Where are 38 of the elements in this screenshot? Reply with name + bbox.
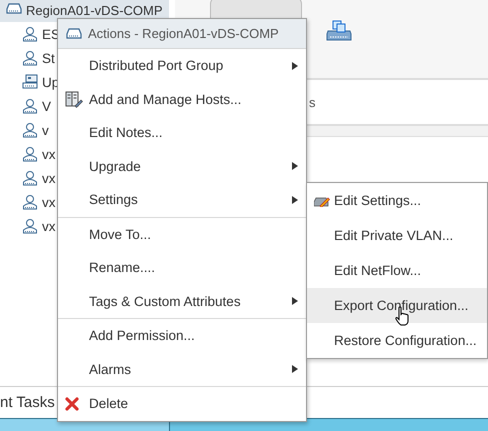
tree-item[interactable]: St [0,46,61,70]
menu-item[interactable]: Restore Configuration... [307,323,487,358]
submenu-arrow-icon [292,297,298,306]
port-group-icon [22,170,38,186]
menu-title: Actions - RegionA01-vDS-COMP [88,26,279,41]
tab-label: s [309,94,316,110]
port-group-icon [22,218,38,234]
submenu-arrow-icon [292,62,298,70]
port-group-icon [22,98,38,114]
submenu-arrow-icon [292,196,298,204]
menu-item[interactable]: Add and Manage Hosts... [58,82,306,116]
menu-item[interactable]: Add Permission... [58,319,306,352]
delete-icon [65,396,79,411]
menu-item[interactable]: Edit Settings... [307,183,487,218]
port-group-icon [22,122,38,138]
port-group-icon [22,26,38,42]
menu-item[interactable]: Edit NetFlow... [307,253,487,288]
menu-item[interactable]: Export Configuration... [307,288,487,323]
port-group-icon [22,50,38,66]
network-switch-icon[interactable] [326,19,352,41]
tab-label[interactable]: nt Tasks [0,394,55,411]
hosts-icon [65,90,83,108]
menu-item[interactable]: Alarms [58,352,306,386]
edit-settings-icon [314,194,330,206]
menu-item[interactable]: Edit Private VLAN... [307,218,487,253]
submenu-arrow-icon [292,365,298,374]
menu-item[interactable]: Rename.... [58,251,306,284]
tree-item[interactable]: V [0,94,58,118]
menu-item[interactable]: Distributed Port Group [58,49,306,82]
tree-item[interactable]: v [0,118,55,142]
switch-icon [66,28,82,39]
submenu-arrow-icon [292,162,298,170]
port-group-icon [22,194,38,210]
menu-item[interactable]: Delete [58,387,306,420]
uplink-port-icon [22,74,38,90]
distributed-switch-icon [6,3,22,14]
port-group-icon [22,146,38,162]
menu-item[interactable]: Tags & Custom Attributes [58,284,306,318]
